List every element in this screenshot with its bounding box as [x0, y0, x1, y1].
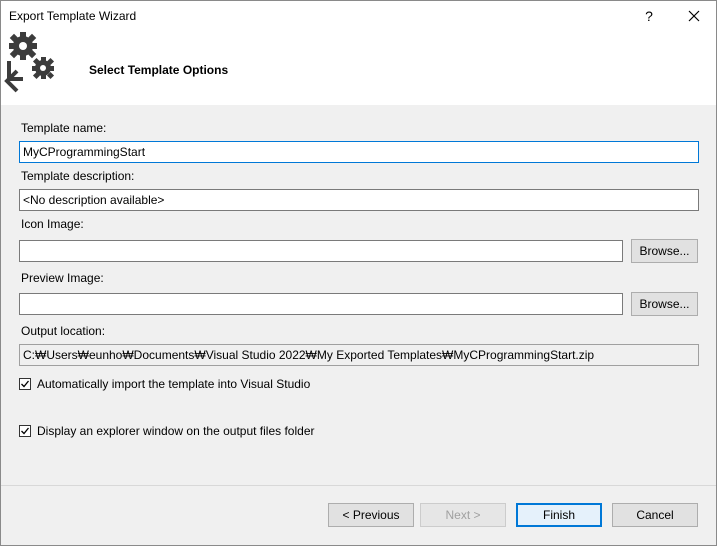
checkmark-icon	[21, 380, 30, 388]
checkmark-icon	[21, 427, 30, 435]
icon-image-label: Icon Image:	[21, 217, 84, 231]
cancel-button[interactable]: Cancel	[612, 503, 698, 527]
finish-button[interactable]: Finish	[516, 503, 602, 527]
footer-divider	[1, 485, 716, 486]
auto-import-checkbox[interactable]	[19, 378, 31, 390]
close-button[interactable]	[674, 1, 714, 31]
display-explorer-label: Display an explorer window on the output…	[37, 424, 315, 438]
template-name-input[interactable]	[19, 141, 699, 163]
window-title: Export Template Wizard	[9, 9, 137, 23]
icon-image-input[interactable]	[19, 240, 623, 262]
page-title: Select Template Options	[89, 63, 229, 77]
help-button[interactable]: ?	[629, 1, 669, 31]
preview-browse-button[interactable]: Browse...	[631, 292, 698, 316]
icon-browse-button[interactable]: Browse...	[631, 239, 698, 263]
wizard-body: Template name: Template description: Ico…	[1, 105, 716, 545]
preview-image-label: Preview Image:	[21, 271, 104, 285]
display-explorer-row[interactable]: Display an explorer window on the output…	[19, 424, 315, 438]
template-description-label: Template description:	[21, 169, 135, 183]
preview-image-input[interactable]	[19, 293, 623, 315]
previous-button[interactable]: < Previous	[328, 503, 414, 527]
wizard-header: Select Template Options	[1, 31, 716, 105]
output-location-label: Output location:	[21, 324, 106, 338]
template-name-label: Template name:	[21, 121, 107, 135]
next-button[interactable]: Next >	[420, 503, 506, 527]
auto-import-label: Automatically import the template into V…	[37, 377, 311, 391]
title-bar[interactable]: Export Template Wizard ?	[1, 1, 716, 31]
template-description-input[interactable]	[19, 189, 699, 211]
export-template-dialog: Export Template Wizard ? Select Template…	[0, 0, 717, 546]
close-icon	[688, 10, 700, 22]
display-explorer-checkbox[interactable]	[19, 425, 31, 437]
output-location-field[interactable]	[19, 344, 699, 366]
gears-export-icon	[4, 32, 55, 93]
auto-import-row[interactable]: Automatically import the template into V…	[19, 377, 310, 391]
